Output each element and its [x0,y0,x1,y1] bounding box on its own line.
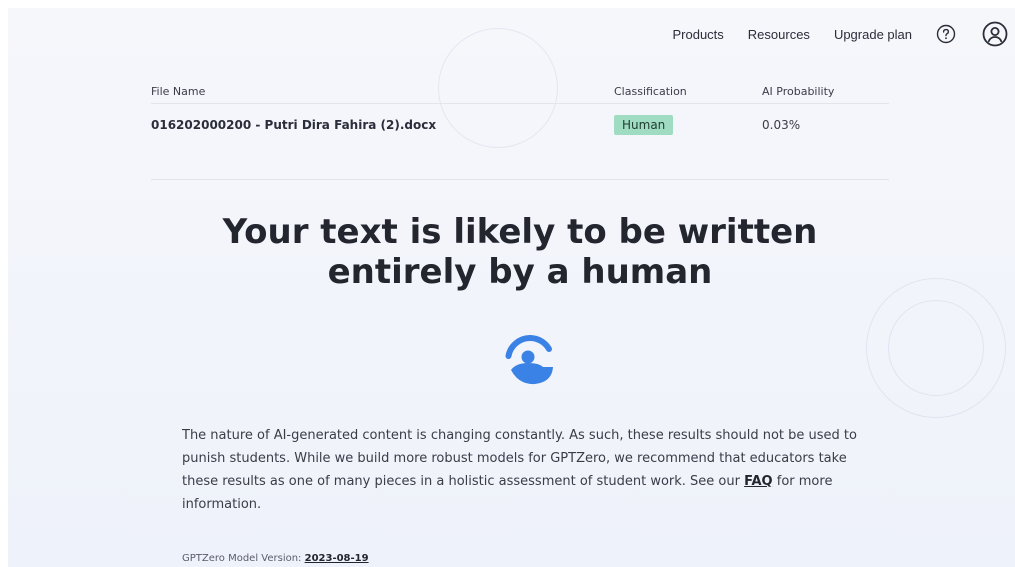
model-version: GPTZero Model Version: 2023-08-19 [182,553,369,564]
question-circle-icon[interactable] [936,24,956,44]
header-file-name: File Name [151,85,206,98]
classification-cell: Human [614,115,762,135]
nav-resources-link[interactable]: Resources [748,27,810,42]
decorative-circle [888,300,984,396]
probability-cell: 0.03% [762,118,801,132]
divider [151,179,889,180]
table-row: 016202000200 - Putri Dira Fahira (2).doc… [151,104,889,146]
model-version-label: GPTZero Model Version: [182,553,305,564]
result-headline: Your text is likely to be written entire… [151,212,889,292]
results-table: File Name Classification AI Probability … [151,80,889,146]
disclaimer-text: The nature of AI-generated content is ch… [182,424,872,516]
nav-upgrade-link[interactable]: Upgrade plan [834,27,912,42]
nav-products-link[interactable]: Products [672,27,723,42]
app-frame: Products Resources Upgrade plan File Nam… [8,8,1015,567]
header-classification: Classification [614,85,687,98]
classification-badge: Human [614,115,674,135]
headline-line-2: entirely by a human [327,252,713,292]
faq-link[interactable]: FAQ [744,474,773,489]
header-ai-probability: AI Probability [762,85,835,98]
top-nav: Products Resources Upgrade plan [672,18,1015,50]
headline-line-1: Your text is likely to be written [222,212,818,252]
user-circle-icon[interactable] [982,21,1008,47]
model-version-value[interactable]: 2023-08-19 [305,553,369,564]
gptzero-logo-icon [499,330,561,392]
file-name-cell: 016202000200 - Putri Dira Fahira (2).doc… [151,118,437,132]
table-header: File Name Classification AI Probability [151,80,889,104]
